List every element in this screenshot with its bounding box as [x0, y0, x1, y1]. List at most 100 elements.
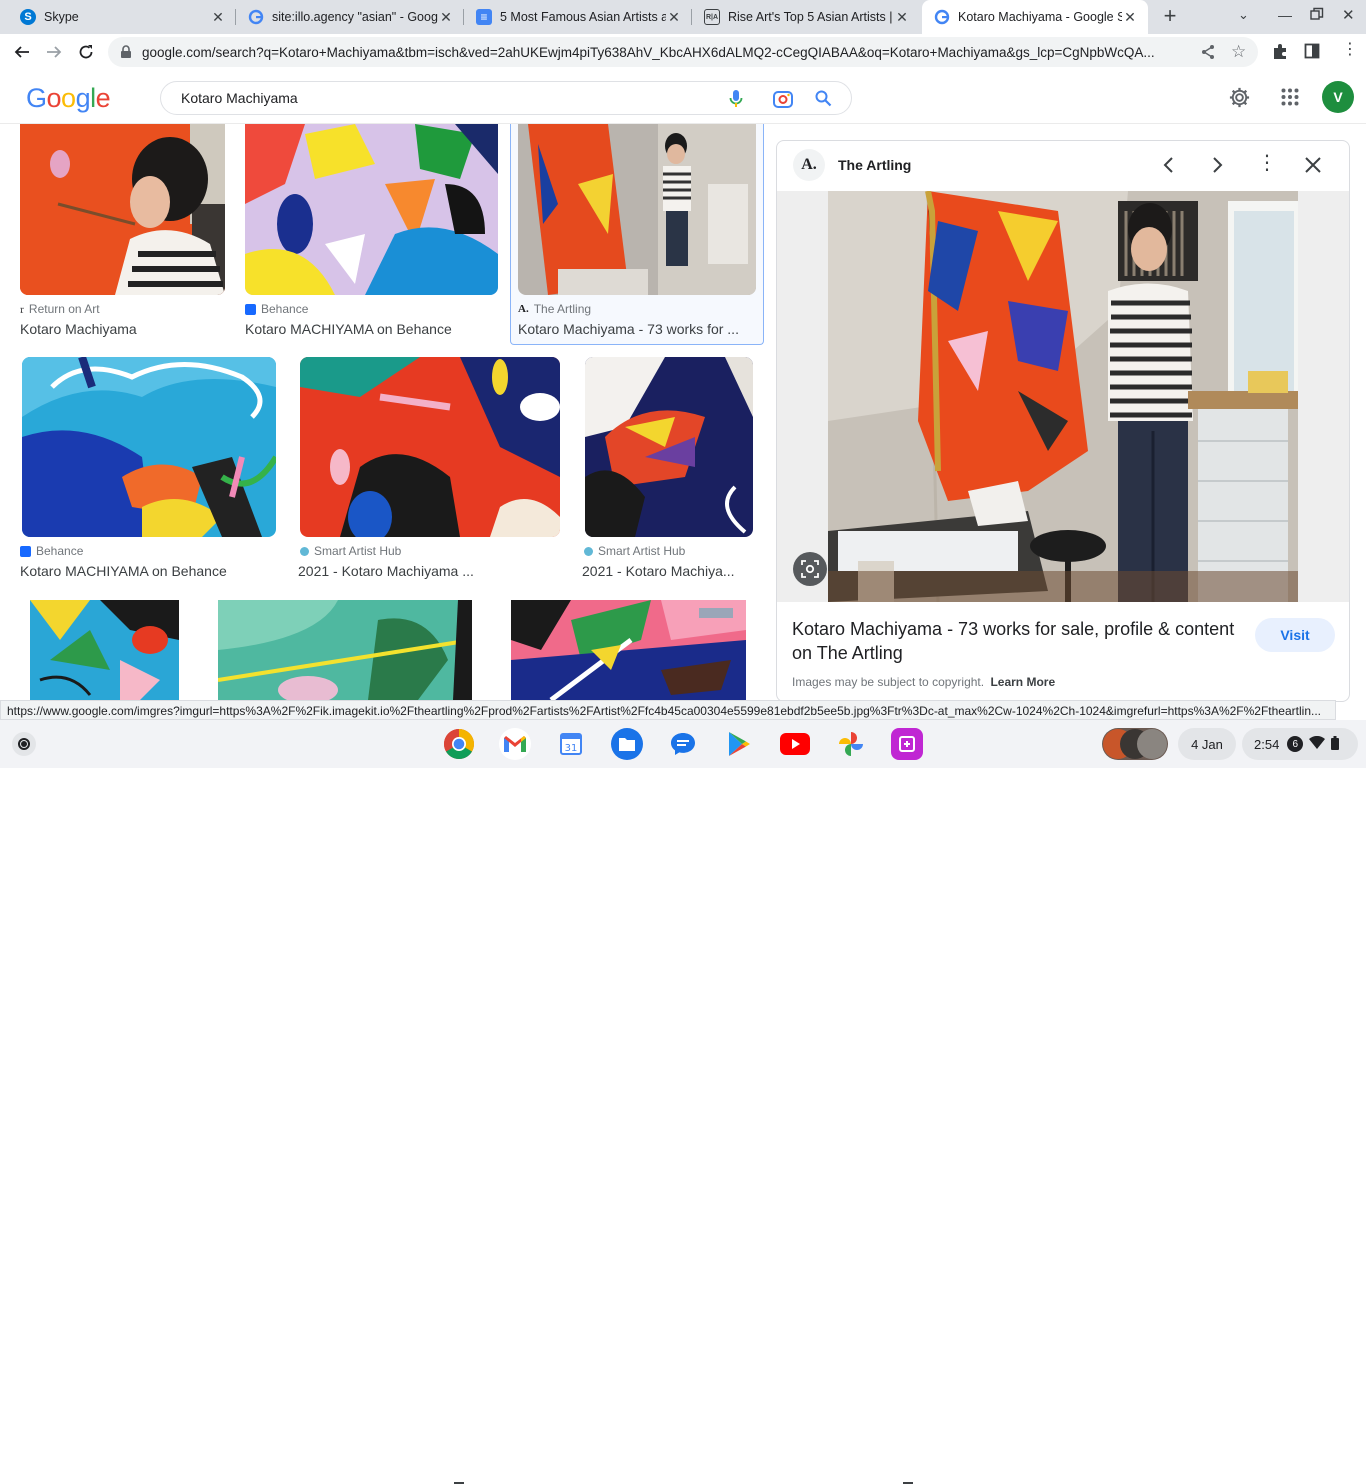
calendar-app-icon[interactable]: 31 [555, 728, 587, 760]
tab-kotaro-machiyama[interactable]: Kotaro Machiyama - Google S ✕ [922, 0, 1148, 34]
skype-icon: S [20, 9, 36, 25]
restore-button[interactable] [1310, 7, 1324, 21]
tab-skype[interactable]: S Skype ✕ [8, 0, 236, 34]
close-icon[interactable]: ✕ [1122, 9, 1138, 26]
browser-toolbar: google.com/search?q=Kotaro+Machiyama&tbm… [0, 34, 1366, 70]
minimize-button[interactable]: — [1278, 7, 1292, 23]
source-name: Smart Artist Hub [598, 544, 686, 558]
lock-icon[interactable] [120, 45, 132, 62]
new-tab-button[interactable]: + [1158, 5, 1182, 29]
chrome-app-icon[interactable] [443, 728, 475, 760]
browser-menu-icon[interactable]: ⋮ [1342, 42, 1358, 58]
tab-title: Rise Art's Top 5 Asian Artists | [728, 10, 893, 24]
result-title[interactable]: Kotaro MACHIYAMA on Behance [245, 321, 498, 337]
result-title[interactable]: Kotaro Machiyama [20, 321, 225, 337]
source-name: Behance [36, 544, 84, 558]
tab-famous-asian-artists[interactable]: ≡ 5 Most Famous Asian Artists a ✕ [464, 0, 692, 34]
tab-search-chevron-icon[interactable]: ⌄ [1238, 7, 1249, 23]
visit-button[interactable]: Visit [1255, 618, 1335, 652]
google-apps-icon[interactable] [1281, 88, 1299, 111]
close-icon[interactable]: ✕ [210, 9, 226, 26]
more-options-icon[interactable]: ⋮ [1257, 153, 1277, 173]
result-image-8[interactable] [218, 600, 472, 700]
close-panel-button[interactable] [1303, 155, 1323, 180]
launcher-button[interactable] [12, 732, 36, 756]
source-name: Behance [261, 302, 309, 316]
result-title[interactable]: Kotaro Machiyama - 73 works for ... [518, 321, 756, 337]
search-input[interactable]: Kotaro Machiyama [160, 81, 852, 115]
copyright-text: Images may be subject to copyright. [792, 675, 985, 689]
tab-title: Skype [44, 10, 79, 24]
tab-title: 5 Most Famous Asian Artists a [500, 10, 666, 24]
preview-image[interactable] [828, 190, 1298, 603]
share-icon[interactable] [1200, 44, 1216, 65]
close-window-button[interactable]: ✕ [1342, 6, 1355, 24]
status-bar-url: https://www.google.com/imgres?imgurl=htt… [0, 700, 1336, 720]
smart-artist-hub-icon [584, 546, 593, 556]
result-image-5[interactable] [300, 357, 560, 537]
result-source[interactable]: Behance [20, 544, 83, 558]
holding-space-tray[interactable] [1102, 728, 1168, 760]
result-image-1[interactable] [20, 124, 225, 295]
preview-title[interactable]: Kotaro Machiyama - 73 works for sale, pr… [792, 617, 1242, 665]
system-shelf: 31 4 Jan 2:54 6 [0, 720, 1366, 1484]
return-on-art-icon: 𝔯 [20, 304, 24, 316]
system-tray[interactable]: 2:54 6 [1242, 728, 1358, 760]
result-image-9[interactable] [511, 600, 746, 700]
messages-app-icon[interactable] [667, 728, 699, 760]
copyright-notice: Images may be subject to copyright. Lear… [792, 675, 1055, 689]
tab-rise-art[interactable]: R|A Rise Art's Top 5 Asian Artists | ✕ [692, 0, 920, 34]
tab-title: Kotaro Machiyama - Google S [958, 10, 1122, 24]
result-source[interactable]: Behance [245, 302, 308, 316]
result-source[interactable]: A. The Artling [518, 302, 591, 316]
back-button[interactable] [8, 38, 36, 66]
logo-letter: g [75, 83, 91, 113]
gmail-app-icon[interactable] [499, 728, 531, 760]
site-favicon: A. [793, 149, 825, 181]
lens-search-image-icon[interactable] [793, 552, 827, 586]
close-icon[interactable]: ✕ [666, 9, 682, 26]
logo-letter: e [95, 83, 111, 113]
learn-more-link[interactable]: Learn More [990, 675, 1055, 689]
result-source[interactable]: Smart Artist Hub [300, 544, 401, 558]
logo-letter: G [26, 83, 47, 113]
account-avatar[interactable]: V [1322, 81, 1354, 113]
source-name: Return on Art [28, 302, 100, 316]
files-app-icon[interactable] [611, 728, 643, 760]
result-image-3[interactable] [518, 124, 756, 295]
settings-gear-icon[interactable] [1228, 86, 1251, 114]
docs-icon: ≡ [476, 9, 492, 25]
close-icon[interactable]: ✕ [894, 9, 910, 26]
wifi-icon [1309, 735, 1326, 753]
result-title[interactable]: Kotaro MACHIYAMA on Behance [20, 563, 276, 579]
result-image-2[interactable] [245, 124, 498, 295]
google-logo[interactable]: Google [26, 83, 111, 114]
bookmark-star-icon[interactable]: ☆ [1231, 42, 1246, 62]
youtube-app-icon[interactable] [779, 728, 811, 760]
result-image-6[interactable] [585, 357, 753, 537]
result-image-7[interactable] [30, 600, 179, 700]
forward-button[interactable] [40, 38, 68, 66]
result-title[interactable]: 2021 - Kotaro Machiyama ... [298, 563, 560, 579]
microphone-icon[interactable] [729, 89, 743, 112]
next-result-button[interactable] [1207, 155, 1227, 180]
extensions-icon[interactable] [1272, 43, 1289, 65]
address-bar[interactable]: google.com/search?q=Kotaro+Machiyama&tbm… [108, 37, 1258, 67]
screenshot-tool-app-icon[interactable] [891, 728, 923, 760]
search-icon[interactable] [815, 90, 832, 110]
close-icon[interactable]: ✕ [438, 9, 454, 26]
result-title[interactable]: 2021 - Kotaro Machiya... [582, 563, 744, 579]
result-image-4[interactable] [22, 357, 276, 537]
lens-camera-icon[interactable] [772, 89, 794, 112]
tab-google-search-asian[interactable]: site:illo.agency "asian" - Googl ✕ [236, 0, 464, 34]
clock-time: 2:54 [1254, 736, 1280, 752]
result-source[interactable]: 𝔯 Return on Art [20, 302, 100, 316]
side-panel-icon[interactable] [1304, 43, 1320, 64]
reload-button[interactable] [72, 38, 100, 66]
play-store-app-icon[interactable] [723, 728, 755, 760]
previous-result-button[interactable] [1159, 155, 1179, 180]
site-name[interactable]: The Artling [838, 157, 911, 173]
photos-app-icon[interactable] [835, 728, 867, 760]
date-tray[interactable]: 4 Jan [1178, 728, 1236, 760]
result-source[interactable]: Smart Artist Hub [584, 544, 685, 558]
